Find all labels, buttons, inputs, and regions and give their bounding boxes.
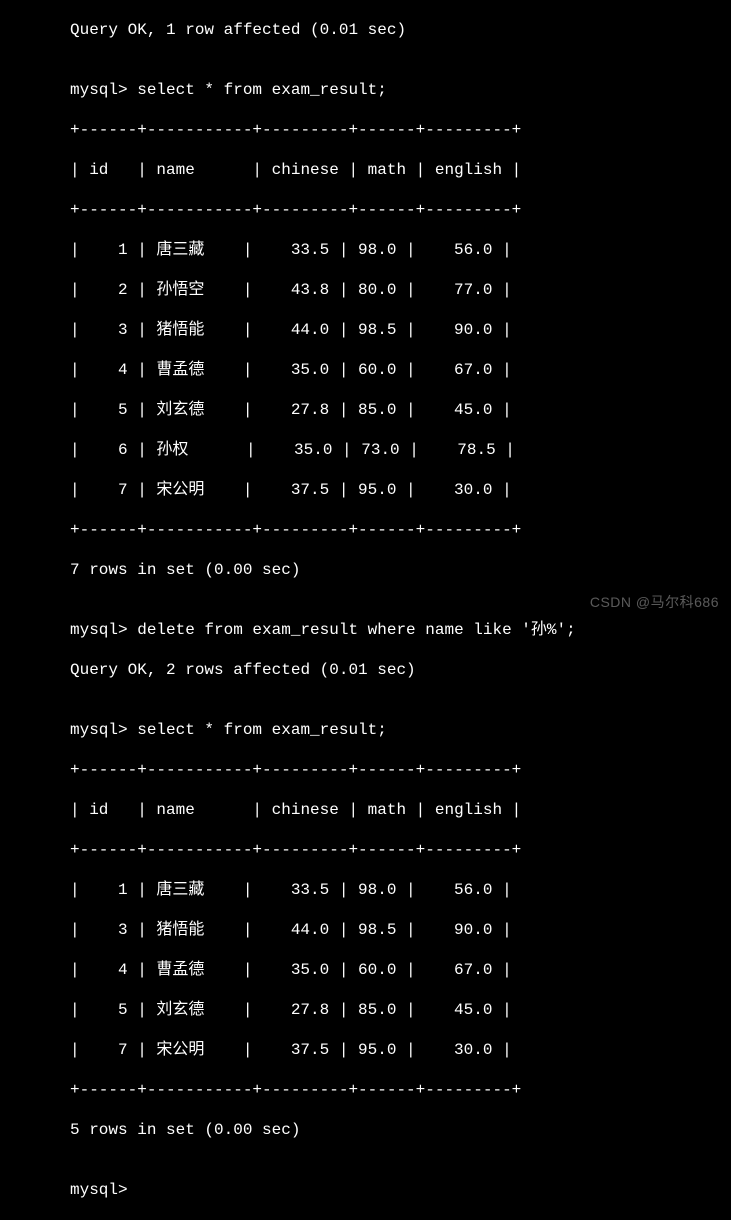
table-border: +------+-----------+---------+------+---… xyxy=(70,520,661,540)
result-summary: Query OK, 2 rows affected (0.01 sec) xyxy=(70,660,661,680)
table-border: +------+-----------+---------+------+---… xyxy=(70,120,661,140)
result-summary: 7 rows in set (0.00 sec) xyxy=(70,560,661,580)
output-line: Query OK, 1 row affected (0.01 sec) xyxy=(70,20,661,40)
table-row: | 3 | 猪悟能 | 44.0 | 98.5 | 90.0 | xyxy=(70,320,661,340)
table-border: +------+-----------+---------+------+---… xyxy=(70,760,661,780)
table-border: +------+-----------+---------+------+---… xyxy=(70,200,661,220)
table-row: | 3 | 猪悟能 | 44.0 | 98.5 | 90.0 | xyxy=(70,920,661,940)
table-row: | 1 | 唐三藏 | 33.5 | 98.0 | 56.0 | xyxy=(70,240,661,260)
watermark: CSDN @马尔科686 xyxy=(590,594,719,612)
table-border: +------+-----------+---------+------+---… xyxy=(70,840,661,860)
table-row: | 1 | 唐三藏 | 33.5 | 98.0 | 56.0 | xyxy=(70,880,661,900)
table-row: | 4 | 曹孟德 | 35.0 | 60.0 | 67.0 | xyxy=(70,960,661,980)
table-border: +------+-----------+---------+------+---… xyxy=(70,1080,661,1100)
table-row: | 6 | 孙权 | 35.0 | 73.0 | 78.5 | xyxy=(70,440,661,460)
sql-prompt[interactable]: mysql> select * from exam_result; xyxy=(70,80,661,100)
table-header: | id | name | chinese | math | english | xyxy=(70,800,661,820)
result-summary: 5 rows in set (0.00 sec) xyxy=(70,1120,661,1140)
table-row: | 2 | 孙悟空 | 43.8 | 80.0 | 77.0 | xyxy=(70,280,661,300)
table-row: | 7 | 宋公明 | 37.5 | 95.0 | 30.0 | xyxy=(70,480,661,500)
sql-prompt[interactable]: mysql> xyxy=(70,1180,661,1200)
table-row: | 4 | 曹孟德 | 35.0 | 60.0 | 67.0 | xyxy=(70,360,661,380)
table-row: | 7 | 宋公明 | 37.5 | 95.0 | 30.0 | xyxy=(70,1040,661,1060)
table-header: | id | name | chinese | math | english | xyxy=(70,160,661,180)
table-row: | 5 | 刘玄德 | 27.8 | 85.0 | 45.0 | xyxy=(70,400,661,420)
table-row: | 5 | 刘玄德 | 27.8 | 85.0 | 45.0 | xyxy=(70,1000,661,1020)
sql-prompt[interactable]: mysql> delete from exam_result where nam… xyxy=(70,620,661,640)
sql-prompt[interactable]: mysql> select * from exam_result; xyxy=(70,720,661,740)
